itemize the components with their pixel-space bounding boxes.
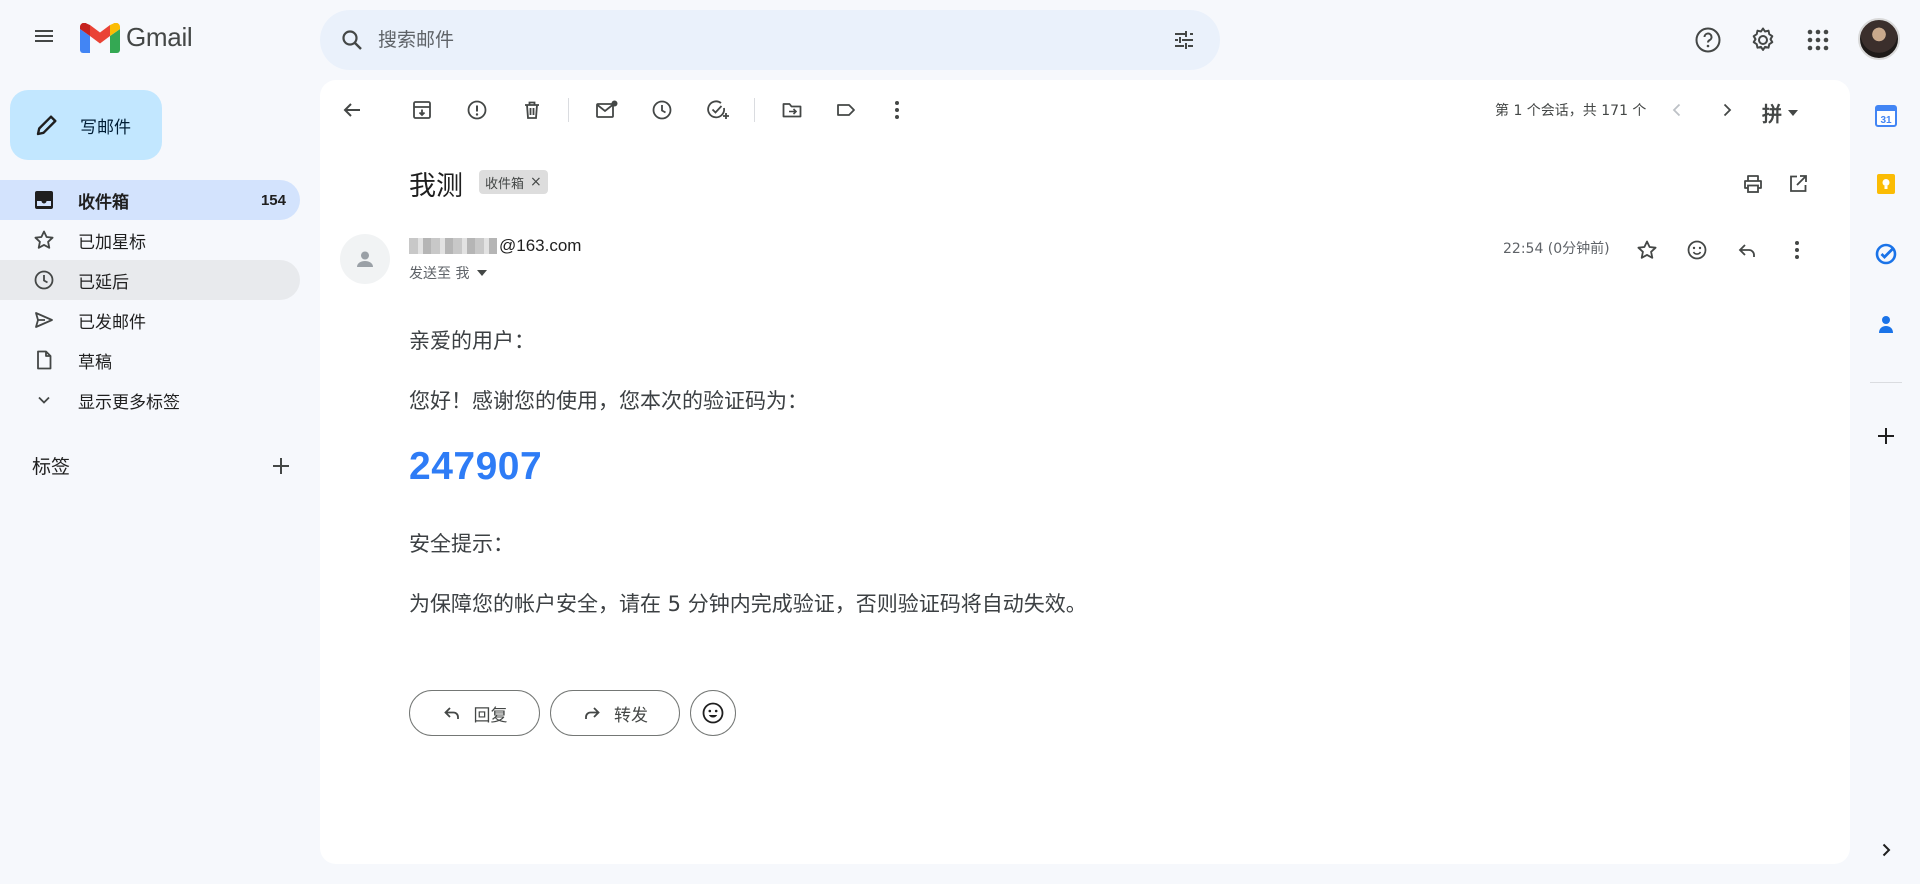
sidebar-item-label: 显示更多标签 xyxy=(78,392,180,413)
gmail-m-icon xyxy=(80,22,120,53)
forward-arrow-icon xyxy=(585,707,600,719)
verification-code: 247907 xyxy=(409,445,543,488)
print-icon[interactable] xyxy=(1735,164,1771,204)
label-tag-icon[interactable] xyxy=(828,90,864,130)
compose-label: 写邮件 xyxy=(80,117,131,138)
gmail-logo-text: Gmail xyxy=(126,22,193,52)
sidebar-item-more-labels[interactable]: 显示更多标签 xyxy=(0,380,300,420)
pencil-icon xyxy=(36,115,57,136)
chevron-right-icon[interactable] xyxy=(1709,90,1745,130)
search-options-icon[interactable] xyxy=(1166,22,1202,58)
trash-icon[interactable] xyxy=(514,90,550,130)
move-to-folder-icon[interactable] xyxy=(774,90,810,130)
star-icon[interactable] xyxy=(1629,232,1665,268)
sidebar-item-drafts[interactable]: 草稿 xyxy=(0,340,300,380)
input-tools-button[interactable]: 拼 xyxy=(1762,98,1798,127)
caret-down-icon xyxy=(477,270,488,276)
labels-heading: 标签 xyxy=(32,456,71,478)
add-addon-plus-icon[interactable] xyxy=(1868,418,1904,454)
help-icon[interactable] xyxy=(1688,20,1728,60)
snooze-clock-icon[interactable] xyxy=(644,90,680,130)
caret-down-icon xyxy=(1788,109,1798,116)
intro-text: 您好！感谢您的使用，您本次的验证码为： xyxy=(409,389,808,413)
keep-notes-icon[interactable] xyxy=(1868,166,1904,202)
inbox-label-chip: 收件箱 × xyxy=(479,170,548,194)
inbox-icon xyxy=(32,188,56,212)
calendar-app-icon[interactable]: 31 xyxy=(1868,98,1904,134)
search-bar xyxy=(320,10,1220,70)
email-subject: 我测 xyxy=(409,171,463,202)
sender-address[interactable]: @163.com xyxy=(409,236,581,256)
clock-icon xyxy=(32,268,56,292)
security-text: 为保障您的帐户安全，请在 5 分钟内完成验证，否则验证码将自动失效。 xyxy=(409,592,1087,616)
svg-text:31: 31 xyxy=(1880,115,1892,126)
gmail-logo[interactable]: Gmail xyxy=(80,22,193,53)
remove-label-close-icon[interactable]: × xyxy=(530,174,542,190)
sidebar-item-snoozed[interactable]: 已延后 xyxy=(0,260,300,300)
archive-icon[interactable] xyxy=(404,90,440,130)
message-view-card xyxy=(320,80,1850,864)
compose-button[interactable]: 写邮件 xyxy=(10,90,162,160)
recipient-details-toggle[interactable]: 发送至 我 xyxy=(409,263,488,283)
greeting-text: 亲爱的用户： xyxy=(409,329,535,353)
forward-button-label: 转发 xyxy=(614,705,648,726)
account-avatar[interactable] xyxy=(1858,18,1900,60)
more-vert-icon[interactable] xyxy=(1779,232,1815,268)
mark-unread-icon[interactable] xyxy=(589,90,625,130)
search-input[interactable] xyxy=(378,29,1166,51)
sidebar-item-label: 已加星标 xyxy=(78,232,146,253)
hamburger-icon xyxy=(35,30,53,42)
redacted-username xyxy=(409,238,497,254)
contacts-app-icon[interactable] xyxy=(1868,306,1904,342)
sidebar-item-sent[interactable]: 已发邮件 xyxy=(0,300,300,340)
security-heading: 安全提示： xyxy=(409,532,514,556)
person-icon xyxy=(357,251,373,267)
star-icon xyxy=(32,228,56,252)
inbox-unread-count: 154 xyxy=(260,191,286,209)
sidebar-item-inbox[interactable]: 收件箱 154 xyxy=(0,180,300,220)
add-task-icon[interactable] xyxy=(700,90,736,130)
main-menu-button[interactable] xyxy=(24,16,64,56)
search-icon[interactable] xyxy=(336,24,368,56)
open-in-new-window-icon[interactable] xyxy=(1780,164,1816,204)
labels-section-header: 标签 xyxy=(32,452,292,479)
add-reaction-emoji-icon[interactable] xyxy=(1679,232,1715,268)
chevron-left-icon[interactable] xyxy=(1659,90,1695,130)
sidebar-item-label: 收件箱 xyxy=(78,192,129,213)
expand-side-panel-chevron-icon[interactable] xyxy=(1868,832,1904,868)
report-spam-icon[interactable] xyxy=(459,90,495,130)
reply-arrow-icon[interactable] xyxy=(1729,232,1765,268)
sidebar-item-label: 已延后 xyxy=(78,272,129,293)
reply-button[interactable]: 回复 xyxy=(409,690,540,736)
send-icon xyxy=(32,308,56,332)
more-vert-icon[interactable] xyxy=(879,90,915,130)
toolbar-divider xyxy=(568,98,569,122)
reply-arrow-icon xyxy=(443,707,459,719)
sidebar-item-label: 已发邮件 xyxy=(78,312,146,333)
draft-file-icon xyxy=(32,348,56,372)
toolbar-divider xyxy=(754,98,755,122)
chevron-down-icon xyxy=(32,388,56,412)
sender-avatar[interactable] xyxy=(340,234,390,284)
recipient-label: 发送至 我 xyxy=(409,266,470,282)
pager-text: 第 1 个会话，共 171 个 xyxy=(1495,103,1647,119)
add-label-plus-icon[interactable] xyxy=(270,455,292,477)
sidebar-item-label: 草稿 xyxy=(78,352,112,373)
chip-label: 收件箱 xyxy=(485,176,525,192)
apps-grid-icon[interactable] xyxy=(1798,20,1838,60)
reply-button-label: 回复 xyxy=(473,705,508,726)
sidebar-item-starred[interactable]: 已加星标 xyxy=(0,220,300,260)
back-arrow-icon[interactable] xyxy=(334,90,370,130)
sender-domain: @163.com xyxy=(499,236,582,255)
email-timestamp: 22:54 (0分钟前) xyxy=(1503,241,1610,257)
sidebar-nav: 收件箱 154 已加星标 已延后 已发邮件 草稿 显示更多标签 xyxy=(0,180,300,420)
forward-button[interactable]: 转发 xyxy=(550,690,680,736)
smiley-icon xyxy=(702,702,724,724)
rail-divider xyxy=(1870,382,1902,383)
input-method-label: 拼 xyxy=(1762,102,1782,126)
settings-gear-icon[interactable] xyxy=(1743,20,1783,60)
tasks-app-icon[interactable] xyxy=(1868,236,1904,272)
emoji-reaction-button[interactable] xyxy=(690,690,736,736)
